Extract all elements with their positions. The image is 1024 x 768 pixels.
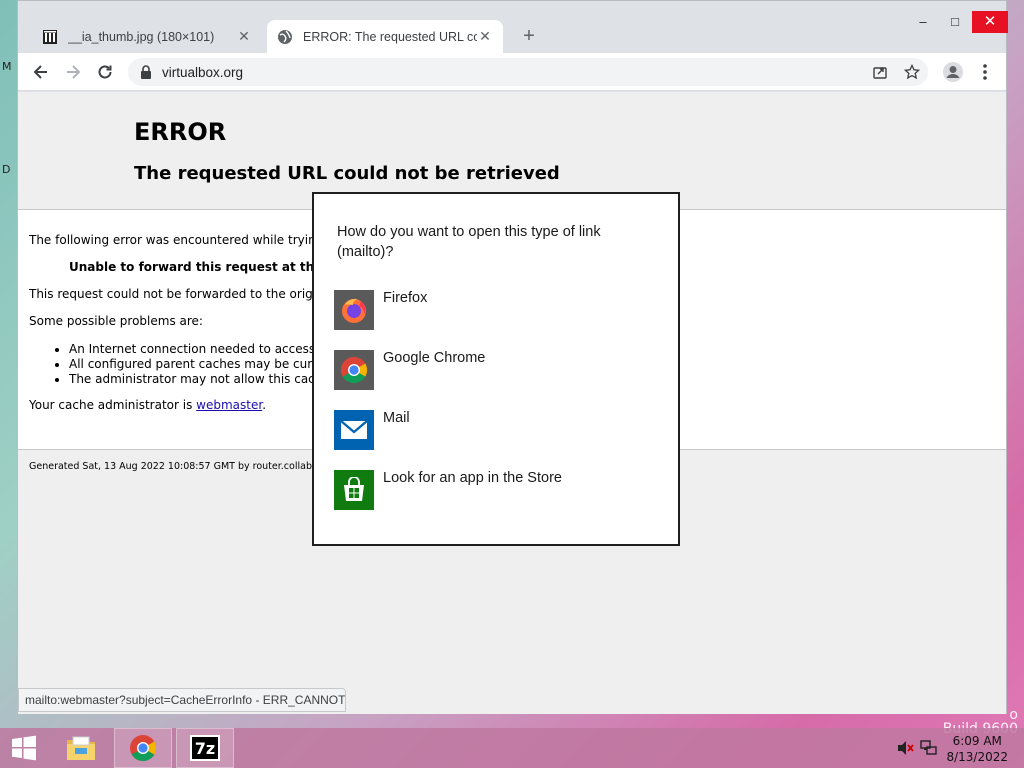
tab-strip: __ia_thumb.jpg (180×101) ✕ ERROR: The re…	[18, 1, 1008, 53]
browser-toolbar: virtualbox.org	[18, 53, 1006, 91]
profile-button[interactable]	[940, 59, 966, 85]
7zip-icon: 7z	[190, 735, 220, 761]
close-window-button[interactable]: ✕	[972, 11, 1008, 33]
list-item: An Internet connection needed to access	[69, 342, 315, 357]
chrome-icon	[334, 350, 374, 390]
lock-icon	[141, 65, 151, 79]
list-item: The administrator may not allow this cac	[69, 372, 315, 387]
status-bubble: mailto:webmaster?subject=CacheErrorInfo …	[18, 688, 346, 712]
store-icon	[334, 470, 374, 510]
document-icon	[42, 29, 58, 45]
open-with-dialog: How do you want to open this type of lin…	[312, 192, 680, 546]
app-option-firefox[interactable]: Firefox	[334, 290, 654, 332]
back-button[interactable]	[28, 59, 54, 85]
intro-text: The following error was encountered whil…	[29, 233, 316, 247]
webmaster-link[interactable]: webmaster	[196, 398, 262, 412]
close-icon[interactable]: ✕	[477, 28, 493, 45]
mail-icon	[334, 410, 374, 450]
start-icon	[12, 735, 36, 761]
admin-line: Your cache administrator is webmaster.	[29, 398, 267, 412]
app-label: Google Chrome	[383, 350, 486, 366]
dialog-question: How do you want to open this type of lin…	[337, 224, 601, 260]
app-label: Firefox	[383, 290, 428, 306]
chrome-icon	[130, 735, 157, 762]
clock-time: 6:09 AM	[952, 734, 1002, 748]
generated-timestamp: Generated Sat, 13 Aug 2022 10:08:57 GMT …	[29, 461, 328, 472]
taskbar-file-explorer[interactable]	[58, 728, 104, 768]
maximize-button[interactable]: □	[940, 13, 970, 31]
globe-icon	[277, 29, 293, 45]
volume-muted-icon[interactable]	[897, 739, 915, 757]
reload-button[interactable]	[92, 59, 118, 85]
explain-text: This request could not be forwarded to t…	[29, 287, 313, 301]
arrow-right-icon	[67, 65, 81, 79]
network-icon[interactable]	[920, 739, 938, 757]
page-title: ERROR	[134, 118, 227, 146]
forward-button[interactable]	[60, 59, 86, 85]
tab-error-page[interactable]: ERROR: The requested URL could not be re…	[267, 20, 503, 53]
taskbar-chrome[interactable]	[114, 728, 172, 768]
arrow-left-icon	[33, 65, 47, 79]
avatar-icon	[943, 62, 963, 82]
app-option-chrome[interactable]: Google Chrome	[334, 350, 654, 392]
share-icon[interactable]	[870, 62, 890, 82]
start-button[interactable]	[0, 728, 48, 768]
url-text: virtualbox.org	[162, 64, 244, 80]
menu-button[interactable]	[972, 59, 998, 85]
problems-label: Some possible problems are:	[29, 314, 203, 328]
app-option-store[interactable]: Look for an app in the Store	[334, 470, 654, 512]
error-message: Unable to forward this request at th	[69, 260, 315, 274]
system-clock[interactable]: 6:09 AM 8/13/2022	[946, 733, 1008, 765]
problems-list: An Internet connection needed to access …	[53, 342, 315, 387]
reload-icon	[98, 65, 112, 79]
desktop-icon-fragment: D	[2, 163, 11, 176]
minimize-button[interactable]: –	[908, 13, 938, 31]
new-tab-button[interactable]: +	[518, 25, 540, 47]
taskbar-7zip[interactable]: 7z	[176, 728, 234, 768]
firefox-icon	[334, 290, 374, 330]
more-vert-icon	[983, 64, 987, 80]
app-label: Mail	[383, 410, 410, 426]
tab-ia-thumb[interactable]: __ia_thumb.jpg (180×101) ✕	[32, 20, 262, 53]
tab-title: ERROR: The requested URL could not be re…	[303, 29, 477, 44]
list-item: All configured parent caches may be cur	[69, 357, 315, 372]
close-icon[interactable]: ✕	[236, 28, 252, 45]
bookmark-star-icon[interactable]	[902, 62, 922, 82]
clock-date: 8/13/2022	[946, 750, 1008, 764]
tab-title: __ia_thumb.jpg (180×101)	[68, 29, 215, 44]
desktop-icon-fragment: M	[2, 60, 12, 73]
app-option-mail[interactable]: Mail	[334, 410, 654, 452]
app-label: Look for an app in the Store	[383, 470, 562, 486]
page-subtitle: The requested URL could not be retrieved	[134, 163, 560, 184]
address-bar[interactable]: virtualbox.org	[128, 58, 928, 86]
taskbar: 7z 6:09 AM 8/13/2022	[0, 728, 1024, 768]
file-explorer-icon	[67, 736, 95, 760]
